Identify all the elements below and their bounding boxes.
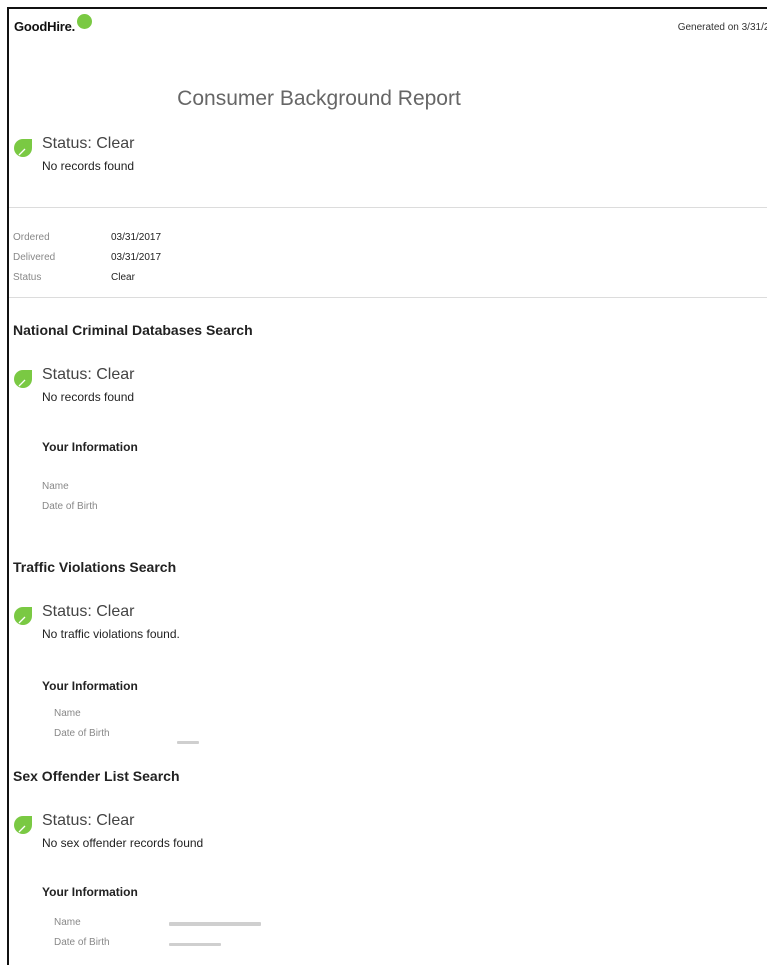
status-clear-icon [14, 370, 32, 388]
status-clear-icon [14, 607, 32, 625]
status-label: Status [13, 272, 42, 283]
status-clear-icon [14, 139, 32, 157]
your-information-heading: Your Information [42, 440, 138, 454]
name-label: Name [42, 481, 69, 492]
status-subtitle: No traffic violations found. [42, 627, 180, 641]
redacted-value [169, 943, 221, 946]
redacted-value [169, 922, 261, 926]
status-subtitle: No records found [42, 159, 135, 173]
status-value: Clear [111, 272, 135, 283]
redacted-value [177, 741, 199, 744]
your-information-heading: Your Information [42, 885, 138, 899]
status-title: Status: Clear [42, 366, 135, 383]
goodhire-logo: GoodHire. [14, 19, 76, 34]
your-information-heading: Your Information [42, 679, 138, 693]
status-subtitle: No sex offender records found [42, 836, 204, 850]
dob-label: Date of Birth [54, 728, 110, 739]
ordered-label: Ordered [13, 232, 50, 243]
logo-dot-icon [77, 14, 92, 29]
report-header: GoodHire. Generated on 3/31/20 [9, 9, 767, 49]
report-title: Consumer Background Report [177, 87, 461, 110]
delivered-value: 03/31/2017 [111, 252, 162, 263]
status-title: Status: Clear [42, 812, 135, 829]
section-title-national-criminal: National Criminal Databases Search [13, 322, 253, 338]
dob-label: Date of Birth [54, 937, 110, 948]
status-title: Status: Clear [42, 603, 135, 620]
section-title-sex-offender: Sex Offender List Search [13, 768, 180, 784]
status-subtitle: No records found [42, 390, 135, 404]
name-label: Name [54, 917, 81, 928]
delivered-label: Delivered [13, 252, 56, 263]
section-title-traffic-violations: Traffic Violations Search [13, 559, 177, 575]
generated-date: Generated on 3/31/20 [677, 22, 767, 33]
dob-label: Date of Birth [42, 501, 98, 512]
name-label: Name [54, 708, 81, 719]
report-page: GoodHire. Generated on 3/31/20 Consumer … [7, 7, 767, 965]
status-title: Status: Clear [42, 135, 135, 152]
divider [9, 207, 767, 208]
divider [9, 297, 767, 298]
ordered-value: 03/31/2017 [111, 232, 162, 243]
status-clear-icon [14, 816, 32, 834]
